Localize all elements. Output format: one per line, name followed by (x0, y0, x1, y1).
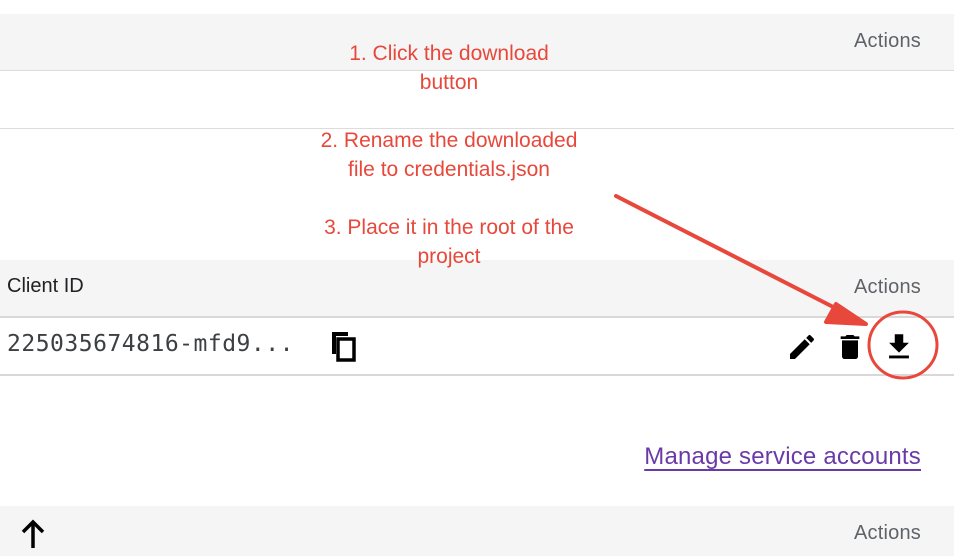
annotation-arrow (614, 194, 939, 380)
